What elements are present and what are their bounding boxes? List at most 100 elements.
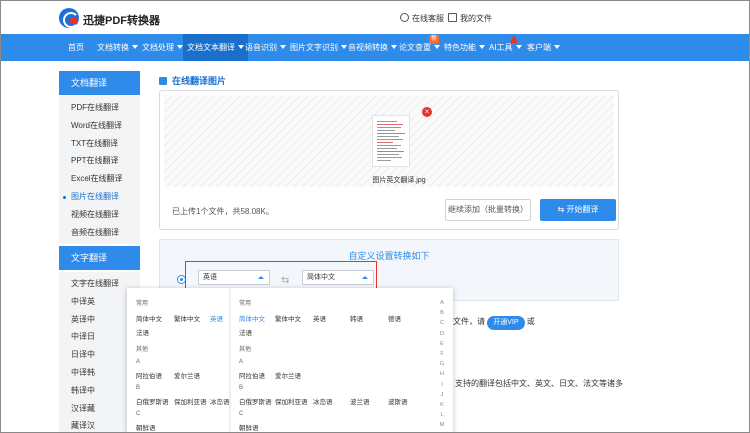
alpha-letter[interactable]: I — [437, 380, 447, 390]
my-files-link[interactable]: 我的文件 — [448, 13, 492, 24]
file-name: 图片英文翻译.jpg — [372, 177, 426, 184]
lang-option[interactable]: 英语 — [210, 313, 223, 323]
lang-option[interactable]: 简体中文 — [136, 313, 162, 323]
add-more-button[interactable]: 继续添加（批量转换） — [445, 199, 531, 221]
lang-option[interactable]: 白俄罗斯语 — [136, 396, 169, 406]
upload-status: 已上传1个文件，共58.08K。 — [172, 207, 274, 216]
alpha-letter[interactable]: J — [437, 390, 447, 400]
lang-option[interactable]: 阿拉伯语 — [239, 370, 265, 380]
customer-service-link[interactable]: 在线客服 — [400, 13, 444, 24]
lang-option[interactable]: 白俄罗斯语 — [239, 396, 272, 406]
nav-doc-translate[interactable]: 文档文本翻译 — [183, 34, 248, 61]
page: 迅捷PDF转换器 在线客服 我的文件 首页 文档转换 文档处理 文档文本翻译 语… — [0, 0, 750, 433]
lang-option[interactable]: 冰岛语 — [313, 396, 333, 406]
alpha-letter[interactable]: F — [437, 349, 447, 359]
lang-option[interactable]: 韩语 — [350, 313, 363, 323]
main-nav: 首页 文档转换 文档处理 文档文本翻译 语音识别 图片文字识别 音视频转换 论文… — [1, 34, 749, 61]
nav-speech[interactable]: 语音识别 — [245, 34, 286, 61]
source-language-list: 常用 简体中文 繁体中文 英语 法语 其他 A 阿拉伯语 爱尔兰语 B 白俄罗斯… — [127, 288, 230, 432]
nav-client[interactable]: 客户端 — [527, 34, 560, 61]
lang-option[interactable]: 爱尔兰语 — [275, 370, 301, 380]
sidebar-item-ppt[interactable]: PPT在线翻译 — [59, 152, 140, 170]
lang-option[interactable]: 英语 — [313, 313, 326, 323]
lang-option[interactable]: 简体中文 — [239, 313, 265, 323]
logo-icon[interactable] — [59, 8, 79, 28]
group-label: 其他 — [136, 347, 149, 353]
headset-icon — [400, 13, 409, 22]
nav-home[interactable]: 首页 — [68, 34, 84, 61]
chevron-down-icon — [132, 45, 138, 49]
lang-option[interactable]: 波斯语 — [388, 396, 408, 406]
alpha-letter[interactable]: A — [437, 298, 447, 308]
remove-file-icon[interactable]: × — [422, 107, 432, 117]
sidebar-item-pdf[interactable]: PDF在线翻译 — [59, 99, 140, 117]
swap-icon[interactable]: ⇆ — [281, 275, 289, 286]
chevron-down-icon — [238, 45, 244, 49]
alpha-letter[interactable]: K — [437, 400, 447, 410]
alpha-letter[interactable]: E — [437, 339, 447, 349]
chevron-down-icon — [341, 45, 347, 49]
file-drop-area[interactable]: × 图片英文翻译.jpg — [164, 95, 614, 187]
nav-doc-process[interactable]: 文档处理 — [142, 34, 183, 61]
nav-features[interactable]: 特色功能 — [444, 34, 485, 61]
lang-option[interactable]: 冰岛语 — [210, 396, 230, 406]
language-dropdown: 常用 简体中文 繁体中文 英语 法语 其他 A 阿拉伯语 爱尔兰语 B 白俄罗斯… — [127, 288, 453, 432]
sidebar-item-audio[interactable]: 音频在线翻译 — [59, 224, 140, 242]
support-text: 支持的翻译包括中文、英文、日文、法文等诸多 — [455, 379, 623, 388]
lang-option[interactable]: 繁体中文 — [275, 313, 301, 323]
lang-option[interactable]: 保加利亚语 — [174, 396, 207, 406]
customer-service-label: 在线客服 — [412, 14, 444, 23]
sidebar-list-doc: PDF在线翻译 Word在线翻译 TXT在线翻译 PPT在线翻译 Excel在线… — [59, 96, 140, 244]
target-language-list: 常用 简体中文 繁体中文 英语 韩语 德语 法语 其他 A 阿拉伯语 爱尔兰语 … — [231, 288, 453, 432]
letter-label: C — [239, 411, 244, 417]
lang-option[interactable]: 阿拉伯语 — [136, 370, 162, 380]
sidebar-section-doc-translate: 文档翻译 — [59, 71, 140, 95]
sidebar-item-image[interactable]: 图片在线翻译 — [59, 188, 140, 206]
vip-tip: 文件，请 开通VIP 或 — [453, 316, 535, 330]
start-translate-button[interactable]: ⇆ 开始翻译 — [540, 199, 616, 221]
new-badge: 新 — [429, 35, 440, 44]
open-vip-button[interactable]: 开通VIP — [487, 316, 525, 330]
lang-option[interactable]: 繁体中文 — [174, 313, 200, 323]
sidebar-section-text-translate: 文字翻译 — [59, 246, 140, 270]
alpha-letter[interactable]: G — [437, 359, 447, 369]
ai-hot-icon — [510, 35, 518, 43]
nav-ocr[interactable]: 图片文字识别 — [290, 34, 347, 61]
chevron-down-icon — [554, 45, 560, 49]
my-files-label: 我的文件 — [460, 14, 492, 23]
target-language-select[interactable]: 简体中文 — [302, 270, 374, 285]
source-language-select[interactable]: 英语 — [198, 270, 270, 285]
sidebar-item-video[interactable]: 视频在线翻译 — [59, 206, 140, 224]
file-thumbnail[interactable] — [372, 115, 410, 167]
sidebar-item-word[interactable]: Word在线翻译 — [59, 117, 140, 135]
letter-label: B — [239, 385, 244, 391]
nav-av-convert[interactable]: 音视频转换 — [348, 34, 397, 61]
alpha-letter[interactable]: H — [437, 369, 447, 379]
alpha-letter[interactable]: B — [437, 308, 447, 318]
lang-option[interactable]: 保加利亚语 — [275, 396, 308, 406]
chevron-down-icon — [515, 45, 522, 49]
lang-option[interactable]: 爱尔兰语 — [174, 370, 200, 380]
chevron-down-icon — [391, 45, 397, 49]
alpha-letter[interactable]: M — [437, 420, 447, 430]
lang-option[interactable]: 波兰语 — [350, 396, 370, 406]
document-icon — [448, 13, 457, 22]
alphabet-index: A B C D E F G H I J K L M N — [437, 298, 447, 432]
lang-option[interactable]: 朝鲜语 — [239, 422, 259, 432]
alpha-letter[interactable]: D — [437, 329, 447, 339]
sidebar-item-txt[interactable]: TXT在线翻译 — [59, 135, 140, 153]
letter-label: B — [136, 385, 141, 391]
sidebar-item-excel[interactable]: Excel在线翻译 — [59, 170, 140, 188]
letter-label: A — [239, 359, 244, 365]
alpha-letter[interactable]: C — [437, 318, 447, 328]
chevron-down-icon — [434, 45, 440, 49]
nav-doc-convert[interactable]: 文档转换 — [97, 34, 138, 61]
lang-option[interactable]: 法语 — [239, 327, 252, 337]
group-label: 常用 — [239, 301, 252, 307]
lang-option[interactable]: 德语 — [388, 313, 401, 323]
group-label: 其他 — [239, 347, 252, 353]
lang-option[interactable]: 朝鲜语 — [136, 422, 156, 432]
alpha-letter[interactable]: L — [437, 410, 447, 420]
lang-option[interactable]: 法语 — [136, 327, 149, 337]
brand-name[interactable]: 迅捷PDF转换器 — [83, 12, 160, 28]
